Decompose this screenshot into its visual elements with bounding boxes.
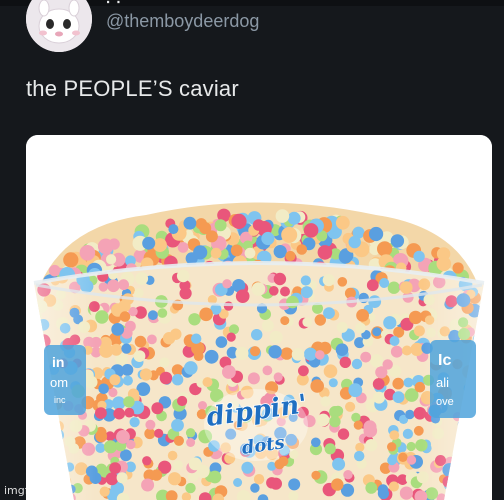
dot	[106, 254, 117, 265]
dot	[390, 234, 405, 248]
dot	[377, 241, 393, 257]
dot	[142, 236, 156, 250]
tweet-text: the PEOPLE’S caviar	[26, 76, 239, 101]
dot	[231, 213, 247, 229]
deer-dog-avatar-icon	[26, 0, 92, 52]
cup-label-right: Ic ali ove	[430, 340, 476, 418]
cup-label-left-1: in	[52, 354, 64, 370]
dot	[452, 262, 464, 274]
dot	[285, 250, 296, 262]
dot	[210, 247, 222, 259]
dot	[152, 238, 167, 253]
dot	[79, 245, 96, 261]
dot	[205, 230, 218, 243]
dot	[273, 245, 287, 259]
imgflip-watermark: imgflip.com	[4, 484, 69, 497]
dot	[244, 247, 256, 259]
dippin-dots-cup-photo: in om inc Ic ali ove dippin' dots	[26, 135, 492, 500]
cup-label-left: in om inc	[44, 345, 86, 415]
dot	[97, 238, 114, 255]
dot	[413, 250, 425, 263]
dot	[369, 226, 384, 242]
cup-label-right-1: Ic	[438, 352, 451, 369]
dot	[436, 256, 452, 272]
cup-label-right-2: ali	[436, 375, 449, 390]
tweet-media-image[interactable]: in om inc Ic ali ove dippin' dots	[26, 135, 492, 500]
display-name[interactable]: ∙ ∙	[106, 0, 122, 4]
dot	[230, 244, 243, 257]
avatar[interactable]	[26, 0, 92, 52]
dot	[275, 209, 290, 223]
dot	[348, 235, 361, 249]
dot	[214, 219, 227, 232]
dot	[281, 226, 298, 243]
dot	[193, 245, 208, 260]
dot	[303, 223, 319, 238]
dot	[48, 264, 61, 277]
dot	[168, 224, 179, 235]
dot	[252, 219, 265, 231]
dot	[177, 242, 189, 253]
dot	[287, 211, 301, 225]
cup-label-right-3: ove	[436, 396, 454, 408]
dot	[261, 231, 275, 246]
dot	[63, 252, 79, 268]
dot	[183, 216, 197, 230]
dot	[335, 215, 350, 230]
cup-label-left-3: inc	[54, 395, 66, 405]
user-handle[interactable]: @themboydeerdog	[106, 11, 259, 32]
dot	[296, 244, 308, 255]
dot	[317, 245, 333, 260]
cup-label-left-2: om	[50, 375, 68, 390]
